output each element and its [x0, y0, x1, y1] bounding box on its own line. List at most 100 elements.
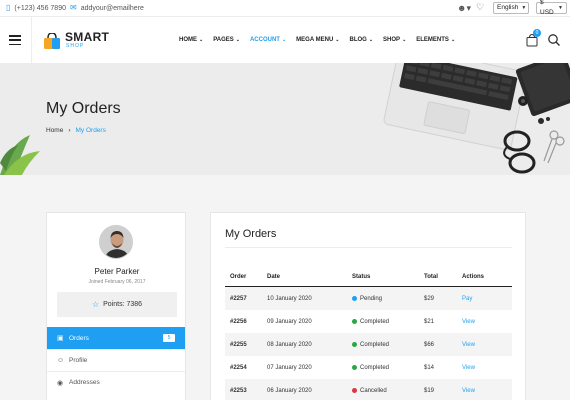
divider	[225, 247, 512, 248]
cart-count-badge: 0	[533, 29, 541, 37]
main-header: SMART SHOP HOME ⌄ PAGES ⌄ ACCOUNT ⌄ MEGA ME…	[0, 17, 570, 63]
orders-count-badge: 5	[163, 334, 175, 342]
chevron-down-icon: ⌄	[235, 37, 240, 43]
nav-account[interactable]: ACCOUNT ⌄	[250, 37, 286, 43]
nav-home[interactable]: HOME ⌄	[179, 37, 203, 43]
user-icon[interactable]: ☻▾	[457, 3, 471, 14]
order-status: Pending	[352, 296, 424, 302]
chevron-down-icon: ⌄	[402, 37, 407, 43]
status-dot	[352, 388, 357, 393]
column-header-date: Date	[267, 273, 281, 280]
order-id: #2257	[230, 295, 247, 302]
order-status: Cancelled	[352, 388, 424, 394]
nav-elements[interactable]: ELEMENTS ⌄	[416, 37, 455, 43]
order-status: Completed	[352, 342, 424, 348]
chevron-down-icon: ⌄	[450, 37, 456, 43]
order-status: Completed	[352, 365, 424, 371]
order-id: #2255	[230, 341, 247, 348]
shopping-bag-logo-icon	[44, 33, 60, 49]
status-dot	[352, 365, 357, 370]
language-select[interactable]: English ▼	[493, 2, 529, 14]
table-row: #2256 09 January 2020 Completed $21 View	[225, 310, 512, 333]
nav-blog[interactable]: BLOG ⌄	[350, 37, 374, 43]
order-id: #2256	[230, 318, 247, 325]
order-date: 10 January 2020	[267, 295, 312, 302]
email-contact[interactable]: ✉ addyour@emailhere	[70, 4, 144, 12]
page-title: My Orders	[46, 100, 121, 117]
orders-table: Order Date Status Total Actions #2257 10…	[225, 267, 512, 400]
phone-icon: ▯	[6, 3, 11, 12]
nav-mega-menu[interactable]: MEGA MENU ⌄	[296, 37, 339, 43]
table-row: #2253 06 January 2020 Cancelled $19 View	[225, 379, 512, 400]
star-icon: ☆	[91, 300, 100, 309]
avatar	[99, 225, 133, 259]
menu-item-profile[interactable]: ☺ Profile	[47, 349, 185, 371]
order-total: $21	[424, 318, 435, 325]
chevron-right-icon: ›	[68, 127, 71, 134]
pay-link[interactable]: Pay	[462, 296, 502, 302]
points-text: Points: 7386	[103, 301, 143, 308]
breadcrumb-home-link[interactable]: Home	[46, 127, 63, 134]
chevron-down-icon: ⌄	[335, 37, 340, 43]
mail-icon: ✉	[70, 3, 77, 12]
order-total: $29	[424, 295, 435, 302]
orders-title: My Orders	[225, 228, 277, 240]
nav-pages[interactable]: PAGES ⌄	[213, 37, 240, 43]
column-header-actions: Actions	[462, 273, 485, 280]
email-text: addyour@emailhere	[80, 4, 144, 12]
search-button[interactable]	[547, 33, 561, 47]
order-date: 07 January 2020	[267, 364, 312, 371]
column-header-status: Status	[352, 273, 371, 280]
location-icon: ◉	[57, 379, 64, 387]
top-bar: ▯ (+123) 456 7890 ✉ addyour@emailhere ☻▾…	[0, 0, 570, 17]
heart-icon[interactable]: ♡	[476, 2, 484, 13]
chevron-down-icon: ⌄	[368, 37, 374, 43]
points-box: ☆ Points: 7386	[57, 292, 177, 317]
order-date: 09 January 2020	[267, 318, 312, 325]
profile-joined-date: Joined February 06, 2017	[88, 279, 146, 285]
view-link[interactable]: View	[462, 319, 502, 325]
logo[interactable]: SMART SHOP	[43, 29, 115, 53]
chevron-down-icon: ⌄	[281, 37, 287, 43]
phone-text: (+123) 456 7890	[14, 4, 66, 12]
hamburger-menu-icon[interactable]	[9, 35, 21, 45]
profile-sidebar: Peter Parker Joined February 06, 2017 ☆ …	[46, 212, 186, 400]
chevron-down-icon: ▼	[558, 5, 563, 11]
profile-photo	[100, 226, 132, 258]
table-header: Order Date Status Total Actions	[225, 267, 512, 287]
nav-shop[interactable]: SHOP ⌄	[383, 37, 406, 43]
cart-button[interactable]: 0	[525, 29, 541, 47]
order-id: #2253	[230, 387, 247, 394]
profile-name: Peter Parker	[94, 267, 140, 276]
order-date: 08 January 2020	[267, 341, 312, 348]
order-date: 06 January 2020	[267, 387, 312, 394]
order-total: $66	[424, 341, 435, 348]
account-menu: ▣ Orders 5 ☺ Profile ◉ Addresses	[47, 327, 185, 393]
order-total: $19	[424, 387, 435, 394]
menu-item-orders[interactable]: ▣ Orders 5	[47, 327, 185, 349]
main-nav: HOME ⌄ PAGES ⌄ ACCOUNT ⌄ MEGA MENU ⌄ BLOG ⌄ S…	[179, 37, 465, 43]
orders-panel: My Orders Order Date Status Total Action…	[210, 212, 526, 400]
status-dot	[352, 342, 357, 347]
view-link[interactable]: View	[462, 365, 502, 371]
table-row: #2257 10 January 2020 Pending $29 Pay	[225, 287, 512, 310]
view-link[interactable]: View	[462, 388, 502, 394]
view-link[interactable]: View	[462, 342, 502, 348]
status-dot	[352, 296, 357, 301]
banner-desk-image	[0, 63, 570, 175]
currency-select[interactable]: $ USD ▼	[536, 0, 567, 16]
divider	[31, 17, 32, 63]
page-banner: My Orders Home › My Orders	[0, 63, 570, 175]
chevron-down-icon: ▼	[521, 5, 527, 11]
order-status: Completed	[352, 319, 424, 325]
status-dot	[352, 319, 357, 324]
column-header-order: Order	[230, 273, 247, 280]
order-total: $14	[424, 364, 435, 371]
user-icon: ☺	[57, 357, 65, 364]
breadcrumb-current: My Orders	[75, 127, 106, 134]
breadcrumb: Home › My Orders	[46, 127, 106, 134]
phone-contact[interactable]: ▯ (+123) 456 7890	[6, 4, 66, 12]
table-row: #2255 08 January 2020 Completed $66 View	[225, 333, 512, 356]
menu-item-addresses[interactable]: ◉ Addresses	[47, 371, 185, 393]
order-id: #2254	[230, 364, 247, 371]
